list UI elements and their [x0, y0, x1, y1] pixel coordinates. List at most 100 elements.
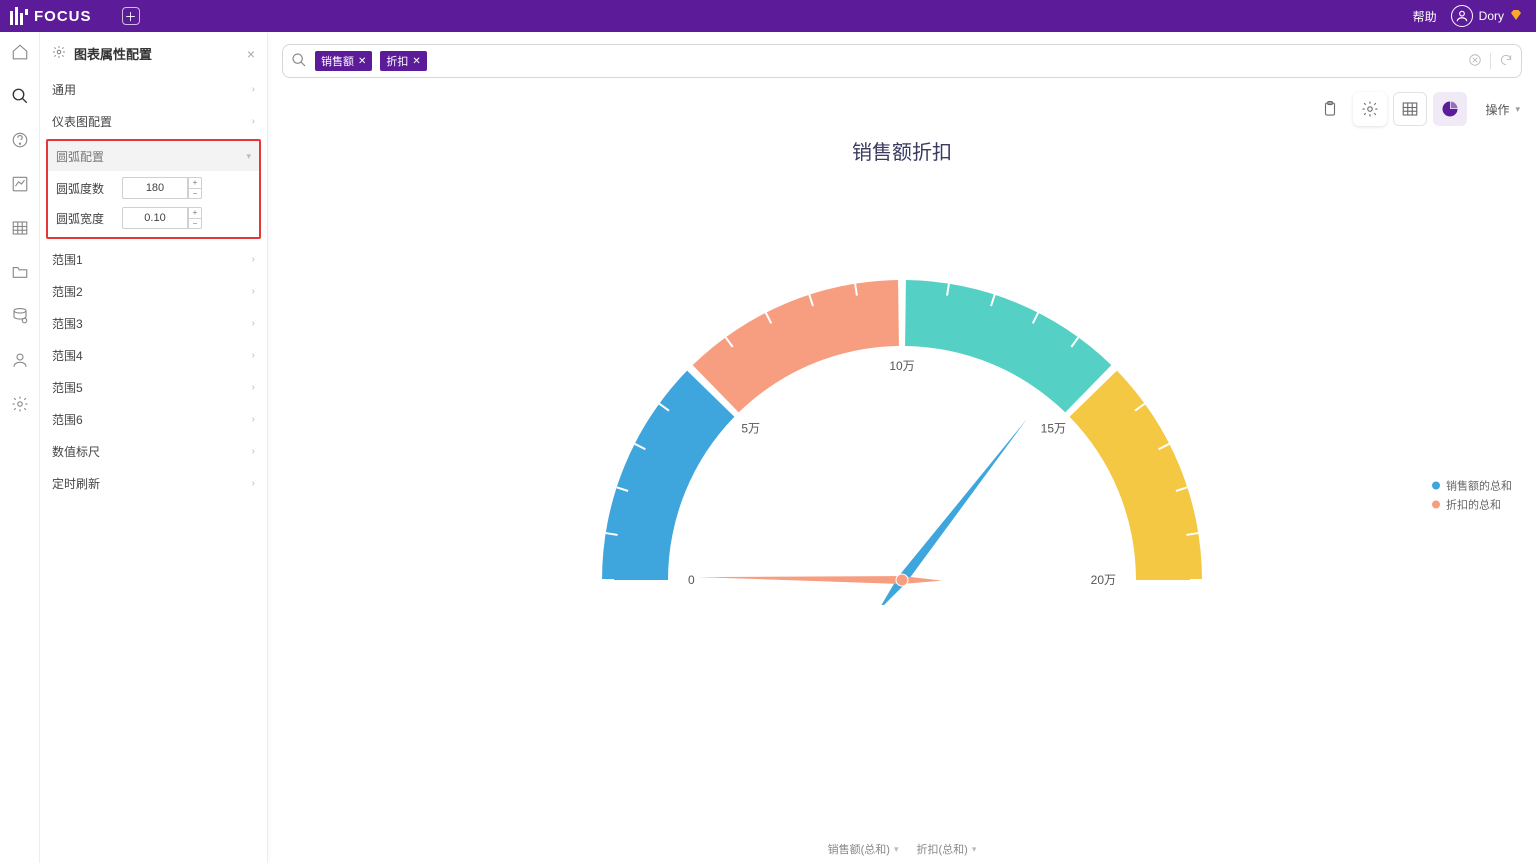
arc-degree-label: 圆弧度数 [56, 180, 112, 197]
chevron-down-icon: ▾ [894, 844, 899, 855]
legend-item-1[interactable]: 销售额的总和 [1432, 477, 1512, 493]
rail-data[interactable] [8, 304, 32, 328]
close-panel-button[interactable]: × [247, 46, 255, 62]
left-rail [0, 32, 40, 863]
legend-label: 折扣的总和 [1446, 496, 1501, 512]
svg-text:5万: 5万 [741, 422, 760, 436]
panel-row-label: 范围6 [52, 411, 83, 428]
panel-row-range6[interactable]: 范围6 › [40, 403, 267, 435]
panel-row-label: 范围3 [52, 315, 83, 332]
chart-toolbar: 操作 ▾ [282, 86, 1522, 126]
help-link[interactable]: 帮助 [1413, 8, 1437, 25]
panel-row-refresh[interactable]: 定时刷新 › [40, 467, 267, 499]
chip-remove-icon[interactable]: ✕ [412, 56, 420, 67]
arc-degree-row: 圆弧度数 +− [48, 171, 259, 201]
chevron-right-icon: › [252, 286, 255, 297]
arc-degree-input[interactable] [122, 177, 188, 199]
logo-icon [10, 7, 28, 25]
chevron-right-icon: › [252, 478, 255, 489]
rail-chart[interactable] [8, 172, 32, 196]
panel-row-label: 范围4 [52, 347, 83, 364]
rail-search[interactable] [8, 84, 32, 108]
footer-controls: 销售额(总和) ▾ 折扣(总和) ▾ [282, 841, 1522, 857]
search-icon [291, 52, 307, 71]
operations-label: 操作 [1485, 101, 1509, 118]
separator [1490, 53, 1491, 69]
footer-label: 销售额(总和) [828, 841, 890, 857]
chip-discount[interactable]: 折扣 ✕ [380, 51, 426, 71]
arc-config-header[interactable]: 圆弧配置 ▾ [48, 141, 259, 171]
chevron-right-icon: › [252, 116, 255, 127]
arc-width-row: 圆弧宽度 +− [48, 201, 259, 237]
panel-row-label: 通用 [52, 81, 76, 98]
rail-help[interactable] [8, 128, 32, 152]
rail-table[interactable] [8, 216, 32, 240]
legend-label: 销售额的总和 [1446, 477, 1512, 493]
clear-search-button[interactable] [1468, 53, 1482, 70]
chevron-right-icon: › [252, 84, 255, 95]
panel-row-gauge-config[interactable]: 仪表图配置 › [40, 105, 267, 137]
panel-row-range4[interactable]: 范围4 › [40, 339, 267, 371]
rail-user[interactable] [8, 348, 32, 372]
rail-home[interactable] [8, 40, 32, 64]
search-bar[interactable]: 销售额✕ 折扣 ✕ [282, 44, 1522, 78]
panel-row-range1[interactable]: 范围1› [40, 243, 267, 275]
chip-sales[interactable]: 销售额✕ [315, 51, 372, 71]
gear-icon [52, 45, 66, 62]
arc-width-input[interactable] [122, 207, 188, 229]
chevron-down-icon: ▾ [972, 844, 977, 855]
panel-row-label: 仪表图配置 [52, 113, 112, 130]
legend-dot [1432, 481, 1440, 489]
panel-row-scale[interactable]: 数值标尺› [40, 435, 267, 467]
arc-config-title: 圆弧配置 [56, 148, 104, 165]
chart-container: 销售额折扣 05万10万15万20万 销售额的总和 折扣的总和 销售额(总和)▾… [282, 134, 1522, 855]
footer-label: 折扣(总和) [917, 841, 968, 857]
refresh-button[interactable] [1499, 53, 1513, 70]
app-logo: FOCUS [10, 7, 92, 25]
legend-item-2[interactable]: 折扣的总和 [1432, 496, 1512, 512]
chart-title: 销售额折扣 [852, 136, 952, 165]
user-avatar-icon [1451, 5, 1473, 27]
svg-text:10万: 10万 [889, 359, 914, 373]
chevron-right-icon: › [252, 350, 255, 361]
chart-settings-panel: 图表属性配置 × 通用› 仪表图配置› 圆弧配置 ▾ 圆弧度数 +− 圆弧宽度 [40, 32, 268, 863]
new-tab-button[interactable]: ＋ [122, 7, 140, 25]
chip-label: 折扣 [386, 53, 408, 69]
main-area: 销售额✕ 折扣✕ 操作▾ 销售额折扣 05万10万15万20万 销售额的总和 折… [268, 32, 1536, 863]
arc-config-section: 圆弧配置 ▾ 圆弧度数 +− 圆弧宽度 +− [46, 139, 261, 239]
table-view-button[interactable] [1393, 92, 1427, 126]
panel-row-label: 范围5 [52, 379, 83, 396]
footer-ctl-sales[interactable]: 销售额(总和) ▾ [828, 841, 899, 857]
footer-ctl-discount[interactable]: 折扣(总和) ▾ [917, 841, 977, 857]
panel-row-range2[interactable]: 范围2› [40, 275, 267, 307]
svg-text:15万: 15万 [1041, 422, 1066, 436]
premium-diamond-icon [1510, 9, 1522, 23]
chart-view-button[interactable] [1433, 92, 1467, 126]
clipboard-button[interactable] [1313, 92, 1347, 126]
logo-text: FOCUS [34, 8, 92, 25]
legend-dot [1432, 500, 1440, 508]
chevron-down-icon: ▾ [1515, 104, 1520, 115]
chevron-right-icon: › [252, 382, 255, 393]
operations-menu[interactable]: 操作 ▾ [1483, 95, 1522, 124]
arc-degree-up[interactable]: + [188, 177, 202, 188]
arc-degree-stepper: +− [122, 177, 202, 199]
panel-row-general[interactable]: 通用 › [40, 73, 267, 105]
svg-text:20万: 20万 [1091, 573, 1116, 587]
arc-width-up[interactable]: + [188, 207, 202, 218]
panel-row-range3[interactable]: 范围3› [40, 307, 267, 339]
settings-button[interactable] [1353, 92, 1387, 126]
arc-degree-down[interactable]: − [188, 188, 202, 199]
arc-width-down[interactable]: − [188, 218, 202, 229]
chevron-right-icon: › [252, 414, 255, 425]
panel-row-label: 范围1 [52, 251, 83, 268]
user-menu[interactable]: Dory [1451, 5, 1522, 27]
gauge-chart: 05万10万15万20万 [562, 225, 1242, 605]
user-name: Dory [1479, 9, 1504, 23]
rail-folder[interactable] [8, 260, 32, 284]
panel-row-label: 定时刷新 [52, 475, 100, 492]
rail-settings[interactable] [8, 392, 32, 416]
chevron-down-icon: ▾ [246, 151, 251, 162]
panel-row-range5[interactable]: 范围5 › [40, 371, 267, 403]
chip-remove-icon[interactable]: ✕ [358, 56, 366, 67]
